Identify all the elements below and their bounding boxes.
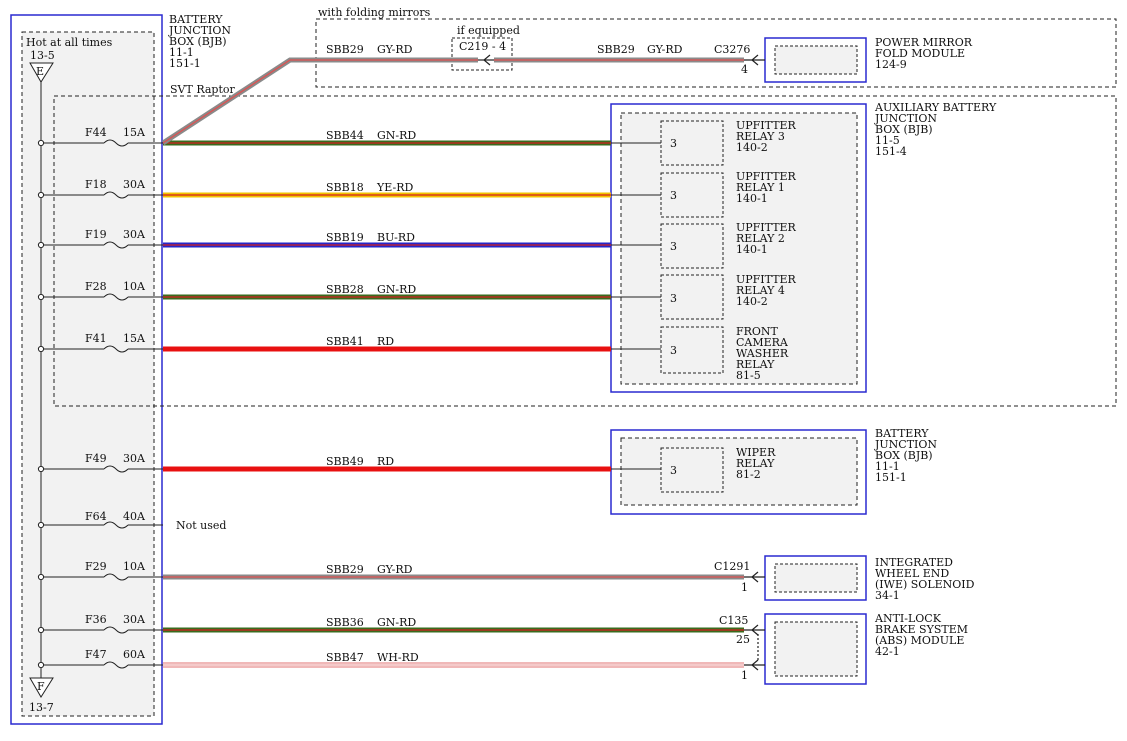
svg-text:140-1: 140-1 — [736, 192, 768, 205]
abs-module-title: ANTI-LOCK BRAKE SYSTEM (ABS) MODULE 42-1 — [874, 612, 968, 658]
svg-text:10A: 10A — [123, 280, 146, 293]
svg-text:151-4: 151-4 — [875, 145, 907, 158]
svg-text:60A: 60A — [123, 648, 146, 661]
svg-text:GN-RD: GN-RD — [377, 129, 416, 142]
fuse-row-f19: F19 30A SBB19 BU-RD — [85, 228, 611, 248]
svg-text:151-1: 151-1 — [875, 471, 907, 484]
bjb-title: BATTERY JUNCTION BOX (BJB) 11-1 151-1 — [168, 13, 231, 70]
svg-text:140-1: 140-1 — [736, 243, 768, 256]
svg-text:F41: F41 — [85, 332, 107, 345]
svg-text:SBB29: SBB29 — [326, 563, 364, 576]
fuse-row-f41: F41 15A SBB41 RD — [85, 332, 611, 352]
svg-text:30A: 30A — [123, 228, 146, 241]
if-equipped-label: if equipped — [457, 24, 520, 37]
mirror-left-circuit: SBB29 — [326, 43, 364, 56]
svg-text:42-1: 42-1 — [875, 645, 900, 658]
abs-module-inner — [774, 621, 858, 677]
svg-text:140-2: 140-2 — [736, 295, 768, 308]
svg-text:15A: 15A — [123, 126, 146, 139]
power-mirror-module-inner — [774, 45, 858, 75]
svg-text:140-2: 140-2 — [736, 141, 768, 154]
svg-text:F47: F47 — [85, 648, 107, 661]
svg-text:SBB44: SBB44 — [326, 129, 364, 142]
svg-text:1: 1 — [741, 581, 748, 594]
iwe-module-title: INTEGRATED WHEEL END (IWE) SOLENOID 34-1 — [875, 556, 975, 602]
svg-text:C1291: C1291 — [714, 560, 750, 573]
bus-top-letter: E — [36, 65, 44, 78]
svg-text:81-2: 81-2 — [736, 468, 761, 481]
svt-raptor-label: SVT Raptor — [170, 83, 235, 96]
bus-top-ref: 13-5 — [30, 49, 55, 62]
fuse-row-f29: F29 10A SBB29 GY-RD C1291 1 — [85, 560, 750, 594]
fuse-row-f28: F28 10A SBB28 GN-RD — [85, 280, 611, 300]
svg-text:GN-RD: GN-RD — [377, 283, 416, 296]
svg-text:124-9: 124-9 — [875, 58, 907, 71]
folding-mirrors-label: with folding mirrors — [318, 6, 431, 19]
svg-text:SBB49: SBB49 — [326, 455, 364, 468]
svg-text:1: 1 — [741, 669, 748, 682]
fuse-row-f47: F47 60A SBB47 WH-RD 1 — [85, 648, 748, 682]
wiring-diagram: BATTERY JUNCTION BOX (BJB) 11-1 151-1 Ho… — [0, 0, 1127, 736]
bjb2-title: BATTERY JUNCTION BOX (BJB) 11-1 151-1 — [874, 427, 937, 484]
svg-text:SBB19: SBB19 — [326, 231, 364, 244]
svg-text:151-1: 151-1 — [169, 57, 201, 70]
svg-text:81-5: 81-5 — [736, 369, 761, 382]
bus-bottom-ref: 13-7 — [29, 701, 54, 714]
svg-text:F49: F49 — [85, 452, 107, 465]
svg-text:F64: F64 — [85, 510, 107, 523]
svg-text:30A: 30A — [123, 178, 146, 191]
mirror-right-color: GY-RD — [647, 43, 683, 56]
aux-bjb-title: AUXILIARY BATTERY JUNCTION BOX (BJB) 11-… — [874, 101, 997, 158]
svg-text:BU-RD: BU-RD — [377, 231, 415, 244]
svg-text:40A: 40A — [123, 510, 146, 523]
svg-text:F18: F18 — [85, 178, 107, 191]
svg-text:GY-RD: GY-RD — [377, 563, 413, 576]
svg-text:F29: F29 — [85, 560, 107, 573]
fuse-row-f49: F49 30A SBB49 RD — [85, 452, 611, 472]
svg-text:F44: F44 — [85, 126, 107, 139]
svg-text:3: 3 — [670, 464, 677, 477]
svg-text:F19: F19 — [85, 228, 107, 241]
power-mirror-module-title: POWER MIRROR FOLD MODULE 124-9 — [875, 36, 973, 71]
svg-text:C135: C135 — [719, 614, 748, 627]
svg-text:YE-RD: YE-RD — [376, 181, 413, 194]
svg-text:30A: 30A — [123, 452, 146, 465]
svg-text:30A: 30A — [123, 613, 146, 626]
wire-sbb29-mirror-left — [161, 57, 478, 146]
c3276-connector-label: C3276 — [714, 43, 750, 56]
svg-text:3: 3 — [670, 292, 677, 305]
svg-text:WH-RD: WH-RD — [377, 651, 419, 664]
mirror-left-color: GY-RD — [377, 43, 413, 56]
svg-text:3: 3 — [670, 240, 677, 253]
hot-at-all-times-label: Hot at all times — [26, 36, 113, 49]
svg-text:F36: F36 — [85, 613, 107, 626]
svg-text:RD: RD — [377, 335, 394, 348]
svg-text:3: 3 — [670, 137, 677, 150]
bus-bottom-letter: F — [37, 680, 45, 693]
svg-text:SBB18: SBB18 — [326, 181, 364, 194]
svg-text:SBB36: SBB36 — [326, 616, 364, 629]
svg-text:25: 25 — [736, 633, 750, 646]
svg-text:SBB28: SBB28 — [326, 283, 364, 296]
fuse-row-f36: F36 30A SBB36 GN-RD C135 25 — [85, 613, 750, 646]
not-used-label: Not used — [176, 519, 226, 532]
c3276-pin: 4 — [741, 63, 748, 76]
svg-text:34-1: 34-1 — [875, 589, 900, 602]
svg-text:F28: F28 — [85, 280, 107, 293]
svg-text:RD: RD — [377, 455, 394, 468]
iwe-module-inner — [774, 563, 858, 593]
wiring-diagram-svg: BATTERY JUNCTION BOX (BJB) 11-1 151-1 Ho… — [10, 6, 1117, 725]
svg-text:GN-RD: GN-RD — [377, 616, 416, 629]
svg-text:15A: 15A — [123, 332, 146, 345]
svg-text:3: 3 — [670, 344, 677, 357]
svg-text:10A: 10A — [123, 560, 146, 573]
svg-text:3: 3 — [670, 189, 677, 202]
svg-text:SBB41: SBB41 — [326, 335, 364, 348]
fuse-row-f18: F18 30A SBB18 YE-RD — [85, 178, 611, 198]
svg-text:SBB47: SBB47 — [326, 651, 364, 664]
mirror-right-circuit: SBB29 — [597, 43, 635, 56]
c219-connector-label: C219 - 4 — [459, 40, 506, 53]
